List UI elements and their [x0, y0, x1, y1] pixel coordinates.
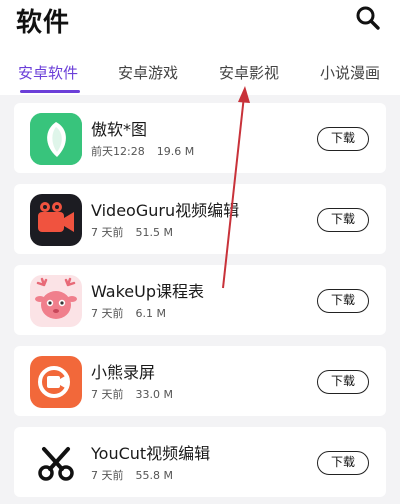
app-meta: 前天12:28 19.6 M [91, 143, 194, 159]
app-meta: 7 天前 33.0 M [91, 386, 173, 402]
file-size: 6.1 M [135, 307, 166, 320]
app-name: YouCut视频编辑 [91, 444, 211, 463]
category-tabs: 安卓软件 安卓游戏 安卓影视 小说漫画 [0, 62, 400, 93]
list-item[interactable]: VideoGuru视频编辑 7 天前 51.5 M 下载 [14, 184, 386, 254]
list-item[interactable]: 傲软*图 前天12:28 19.6 M 下载 [14, 103, 386, 173]
app-name: 小熊录屏 [91, 363, 156, 382]
list-item[interactable]: YouCut视频编辑 7 天前 55.8 M 下载 [14, 427, 386, 497]
download-button[interactable]: 下载 [317, 208, 369, 232]
app-name: 傲软*图 [91, 120, 148, 139]
page-title: 软件 [16, 8, 71, 38]
update-time: 前天12:28 [91, 145, 145, 158]
videoguru-camera-icon [30, 194, 82, 246]
download-button[interactable]: 下载 [317, 127, 369, 151]
list-item[interactable]: WakeUp课程表 7 天前 6.1 M 下载 [14, 265, 386, 335]
app-name: WakeUp课程表 [91, 282, 205, 301]
app-meta: 7 天前 6.1 M [91, 305, 166, 321]
tab-novels-comics[interactable]: 小说漫画 [320, 62, 380, 88]
update-time: 7 天前 [91, 307, 124, 320]
download-button[interactable]: 下载 [317, 289, 369, 313]
file-size: 51.5 M [135, 226, 173, 239]
list-item[interactable]: 小熊录屏 7 天前 33.0 M 下载 [14, 346, 386, 416]
tab-android-video[interactable]: 安卓影视 [219, 62, 279, 88]
app-meta: 7 天前 51.5 M [91, 224, 173, 240]
top-bar: 软件 安卓软件 安卓游戏 安卓影视 小说漫画 [0, 0, 400, 95]
file-size: 55.8 M [135, 469, 173, 482]
tab-android-apps[interactable]: 安卓软件 [18, 62, 78, 88]
update-time: 7 天前 [91, 469, 124, 482]
search-button[interactable] [354, 4, 382, 32]
youcut-scissors-icon [30, 437, 82, 489]
app-meta: 7 天前 55.8 M [91, 467, 173, 483]
aoruan-leaf-icon [30, 113, 82, 165]
update-time: 7 天前 [91, 388, 124, 401]
app-name: VideoGuru视频编辑 [91, 201, 240, 220]
tab-android-games[interactable]: 安卓游戏 [118, 62, 178, 88]
screen-recorder-icon [30, 356, 82, 408]
search-icon [356, 6, 380, 30]
file-size: 33.0 M [135, 388, 173, 401]
wakeup-deer-icon [30, 275, 82, 327]
file-size: 19.6 M [156, 145, 195, 158]
active-tab-indicator [20, 90, 80, 93]
download-button[interactable]: 下载 [317, 370, 369, 394]
update-time: 7 天前 [91, 226, 124, 239]
download-button[interactable]: 下载 [317, 451, 369, 475]
